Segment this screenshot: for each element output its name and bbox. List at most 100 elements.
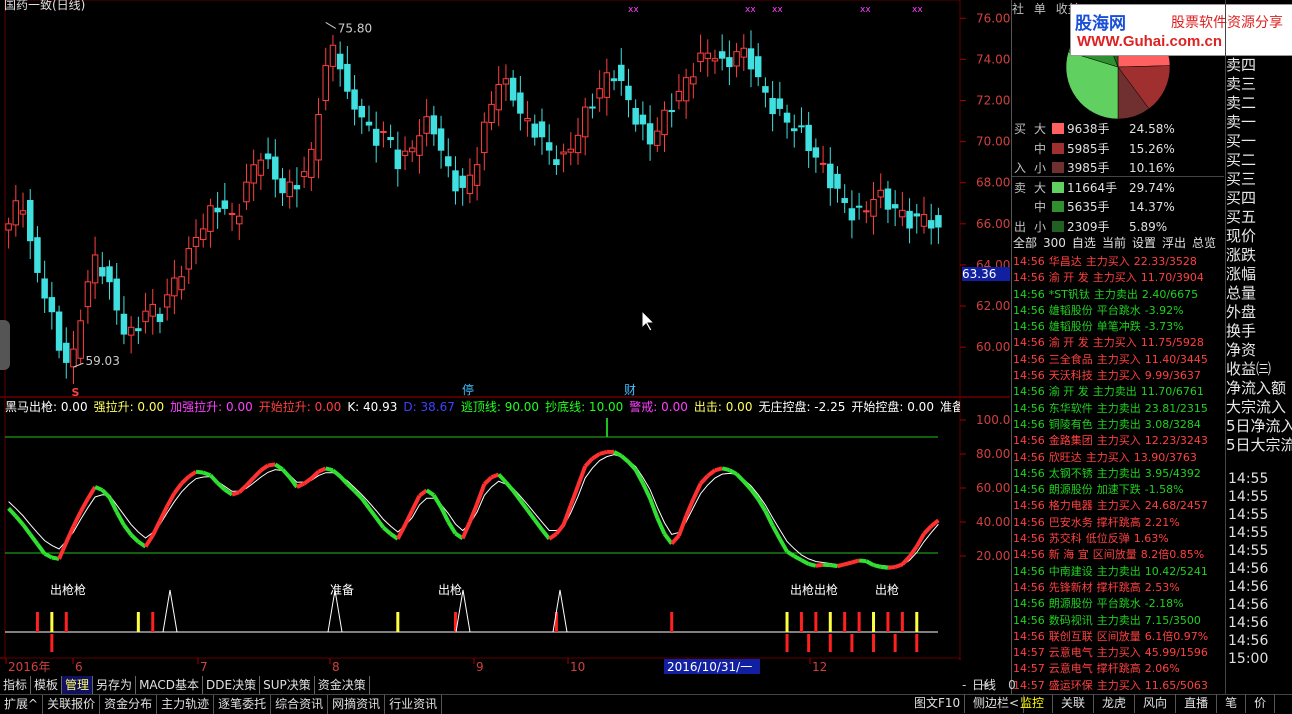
- toolbar-button[interactable]: 关联报价: [43, 695, 100, 714]
- feed-cell-n: 朗源股份: [1049, 483, 1093, 496]
- feed-row[interactable]: 14:57盛运环保主力买入11.65/5063: [1013, 678, 1225, 694]
- feed-row[interactable]: 14:56朗源股份平台跳水-2.18%: [1013, 596, 1225, 612]
- signal-bar: [65, 612, 68, 632]
- toolbar-button[interactable]: 综合资讯: [271, 695, 328, 714]
- feed-row[interactable]: 14:56格力电器主力买入24.68/2457: [1013, 498, 1225, 514]
- feed-row[interactable]: 14:56苏交科低位反弹1.63%: [1013, 531, 1225, 547]
- indicator-tab[interactable]: 另存为: [93, 676, 136, 694]
- candle-body: [655, 131, 660, 145]
- toolbar-button[interactable]: 逐笔委托: [214, 695, 271, 714]
- indicator-tab[interactable]: 管理: [62, 676, 93, 694]
- toolbar-button[interactable]: 主力轨迹: [157, 695, 214, 714]
- feed-row[interactable]: 14:56渝 开 发主力买入11.75/5928: [1013, 335, 1225, 351]
- feed-row[interactable]: 14:56渝 开 发主力卖出11.70/6761: [1013, 384, 1225, 400]
- candle-body: [640, 115, 645, 124]
- feed-row[interactable]: 14:56中南建设主力卖出10.42/5241: [1013, 564, 1225, 580]
- right-bottom-tab[interactable]: 风向: [1135, 694, 1176, 713]
- feed-row[interactable]: 14:56*ST钒钛主力卖出2.40/6675: [1013, 287, 1225, 303]
- candle-body: [510, 78, 515, 100]
- candle-body: [114, 279, 119, 310]
- candle-body: [172, 278, 177, 296]
- indicator-tabs: 指标模板管理另存为MACD基本DDE决策SUP决策资金决策: [0, 676, 1012, 694]
- feed-filter-item[interactable]: 设置: [1132, 236, 1156, 250]
- indicator-tab[interactable]: DDE决策: [203, 676, 260, 694]
- f10-button[interactable]: 图文F10: [910, 694, 965, 713]
- feed-row[interactable]: 14:56三全食品主力买入11.40/3445: [1013, 352, 1225, 368]
- feed-row[interactable]: 14:56金路集团主力买入12.23/3243: [1013, 433, 1225, 449]
- feed-row[interactable]: 14:56雄韬股份平台跳水-3.92%: [1013, 303, 1225, 319]
- indicator-tab[interactable]: MACD基本: [136, 676, 203, 694]
- tab-she[interactable]: 社: [1012, 2, 1024, 16]
- side-label: 买: [1014, 120, 1028, 138]
- right-bottom-tab[interactable]: 龙虎: [1094, 694, 1135, 713]
- feed-row[interactable]: 14:56欣旺达主力买入13.90/3763: [1013, 450, 1225, 466]
- feed-row[interactable]: 14:56联创互联区间放量6.1倍0.97%: [1013, 629, 1225, 645]
- feed-row[interactable]: 14:56天沃科技主力买入9.99/3637: [1013, 368, 1225, 384]
- signal-bar-low: [829, 634, 832, 652]
- feed-cell-t: 14:56: [1013, 304, 1045, 317]
- toolbar-button[interactable]: 扩展^: [0, 695, 43, 714]
- candle-body: [806, 125, 811, 150]
- candle-body: [496, 85, 501, 110]
- feed-filter-item[interactable]: 300: [1043, 236, 1066, 250]
- feed-filter-item[interactable]: 当前: [1102, 236, 1126, 250]
- candlestick-chart[interactable]: 76.0074.0072.0070.0068.0066.0064.0062.00…: [0, 0, 1010, 677]
- feed-row[interactable]: 14:56朗源股份加速下跌-1.58%: [1013, 482, 1225, 498]
- signal-bar: [151, 612, 154, 632]
- zoom-zero[interactable]: 0: [1008, 678, 1016, 692]
- zoom-minus[interactable]: -: [962, 678, 966, 692]
- right-bottom-tab[interactable]: 笔: [1217, 694, 1246, 713]
- k-segment: [794, 556, 801, 560]
- feed-row[interactable]: 14:56新 海 宜区间放量8.2倍0.85%: [1013, 547, 1225, 563]
- date-label: 6: [75, 660, 83, 674]
- indicator-tab[interactable]: SUP决策: [260, 676, 315, 694]
- feed-filter-item[interactable]: 自选: [1072, 236, 1096, 250]
- feed-row[interactable]: 14:57云意电气撑杆跳高2.06%: [1013, 661, 1225, 677]
- right-bottom-tab[interactable]: 价: [1246, 694, 1275, 713]
- indicator-tab[interactable]: 模板: [31, 676, 62, 694]
- side-expand-handle[interactable]: [0, 320, 10, 370]
- feed-cell-v: 12.23/3243: [1145, 434, 1208, 447]
- candle-body: [936, 216, 941, 227]
- quote-label: 外盘: [1226, 303, 1292, 322]
- feed-filter-item[interactable]: 总览: [1192, 236, 1216, 250]
- candle-body: [590, 107, 595, 108]
- feed-cell-n: 云意电气: [1049, 662, 1093, 675]
- feed-row[interactable]: 14:56渝 开 发主力买入11.70/3904: [1013, 270, 1225, 286]
- candle-body: [100, 268, 105, 276]
- feed-row[interactable]: 14:56先锋新材撑杆跳高2.53%: [1013, 580, 1225, 596]
- candle-body: [229, 213, 234, 214]
- size-label: 大: [1034, 179, 1046, 197]
- feed-row[interactable]: 14:56数码视讯主力卖出7.15/3500: [1013, 613, 1225, 629]
- k-segment: [477, 484, 484, 504]
- indicator-tab[interactable]: 指标: [0, 676, 31, 694]
- zoom-buttons: - + 0: [960, 676, 1016, 694]
- feed-cell-t: 14:56: [1013, 532, 1045, 545]
- indicator-tab[interactable]: 资金决策: [315, 676, 370, 694]
- feed-row[interactable]: 14:56巴安水务撑杆跳高2.21%: [1013, 515, 1225, 531]
- feed-row[interactable]: 14:56东华软件主力卖出23.81/2315: [1013, 401, 1225, 417]
- zoom-plus[interactable]: +: [980, 678, 990, 692]
- candle-body: [489, 104, 494, 122]
- candle-body: [561, 152, 566, 154]
- size-label: 中: [1034, 198, 1046, 216]
- feed-row[interactable]: 14:56太钢不锈主力卖出3.95/4392: [1013, 466, 1225, 482]
- feed-row[interactable]: 14:56华昌达主力买入22.33/3528: [1013, 254, 1225, 270]
- candle-body: [546, 143, 551, 150]
- feed-row[interactable]: 14:56雄韬股份单笔冲跌-3.73%: [1013, 319, 1225, 335]
- toolbar-button[interactable]: 行业资讯: [385, 695, 442, 714]
- right-bottom-tab[interactable]: 监控: [1012, 694, 1053, 713]
- right-bottom-tab[interactable]: 直播: [1176, 694, 1217, 713]
- signal-bar-low: [50, 634, 53, 652]
- feed-filter-item[interactable]: 全部: [1013, 236, 1037, 250]
- feed-row[interactable]: 14:57云意电气主力买入45.99/1596: [1013, 645, 1225, 661]
- feed-cell-n: 格力电器: [1049, 499, 1093, 512]
- toolbar-button[interactable]: 网摘资讯: [328, 695, 385, 714]
- right-bottom-tab[interactable]: 关联: [1053, 694, 1094, 713]
- feed-row[interactable]: 14:56铜陵有色主力卖出3.08/3284: [1013, 417, 1225, 433]
- tab-dan[interactable]: 单: [1034, 2, 1046, 16]
- feed-filter-item[interactable]: 浮出: [1162, 236, 1186, 250]
- toolbar-button[interactable]: 资金分布: [100, 695, 157, 714]
- candle-body: [503, 79, 508, 84]
- chart-area[interactable]: 76.0074.0072.0070.0068.0066.0064.0062.00…: [0, 0, 1010, 677]
